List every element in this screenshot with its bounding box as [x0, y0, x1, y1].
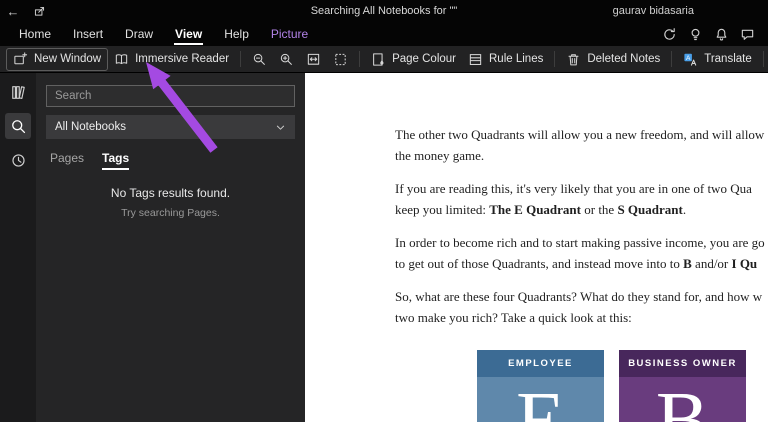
business-card-header: BUSINESS OWNER — [619, 350, 746, 377]
note-line: If you are reading this, it's very likel… — [395, 178, 768, 199]
note-canvas[interactable]: The other two Quadrants will allow you a… — [305, 73, 768, 422]
ribbon-divider — [359, 51, 361, 67]
page-width-button[interactable] — [300, 49, 327, 70]
text-segment: The E Quadrant — [489, 202, 581, 217]
text-segment: The other two Quadrants will allow you a… — [395, 127, 765, 142]
page-colour-icon — [371, 52, 386, 67]
text-segment: two make you rich? Take a quick look at … — [395, 310, 632, 325]
menu-item-help[interactable]: Help — [213, 22, 260, 46]
back-icon[interactable]: ← — [0, 0, 26, 22]
sync-icon[interactable] — [661, 26, 678, 43]
history-icon[interactable] — [5, 147, 31, 173]
zoom-in-button[interactable] — [273, 49, 300, 70]
translate-button[interactable]: A Translate — [677, 49, 758, 70]
page-frame-button[interactable] — [327, 49, 354, 70]
employee-card-letter: E — [477, 377, 604, 422]
notebooks-icon[interactable] — [5, 79, 31, 105]
svg-text:A: A — [686, 54, 691, 61]
employee-card-header: EMPLOYEE — [477, 350, 604, 377]
menubar-icons — [661, 22, 768, 46]
text-segment: S Quadrant — [617, 202, 683, 217]
share-icon[interactable] — [26, 0, 52, 22]
page-colour-button[interactable]: Page Colour — [365, 49, 462, 70]
rule-lines-label: Rule Lines — [489, 53, 544, 65]
immersive-reader-label: Immersive Reader — [135, 53, 230, 65]
titlebar: ← Searching All Notebooks for "" gaurav … — [0, 0, 768, 22]
empty-state-hint: Try searching Pages. — [121, 207, 220, 219]
employee-quadrant-image[interactable]: EMPLOYEE E — [477, 350, 604, 422]
lightbulb-icon[interactable] — [687, 26, 704, 43]
search-input[interactable] — [55, 90, 286, 102]
rule-lines-icon — [468, 52, 483, 67]
zoom-out-icon — [252, 52, 267, 67]
feedback-icon[interactable] — [739, 26, 756, 43]
menubar: Home Insert Draw View Help Picture — [0, 22, 768, 46]
immersive-reader-button[interactable]: Immersive Reader — [108, 49, 235, 70]
page-frame-icon — [333, 52, 348, 67]
text-segment: to get out of those Quadrants, and inste… — [395, 256, 684, 271]
translate-icon: A — [683, 52, 698, 67]
bell-icon[interactable] — [713, 26, 730, 43]
page-width-icon — [306, 52, 321, 67]
notebooks-scope-dropdown[interactable]: All Notebooks — [46, 115, 295, 139]
new-window-icon — [13, 51, 28, 67]
text-segment: If you are reading this, it's very likel… — [395, 181, 752, 196]
quadrant-images: EMPLOYEE E BUSINESS OWNER B — [477, 350, 746, 422]
zoom-in-icon — [279, 52, 294, 67]
ribbon-divider — [554, 51, 556, 67]
text-segment: and/or — [691, 256, 732, 271]
note-line: In order to become rich and to start mak… — [395, 232, 768, 253]
account-name[interactable]: gaurav bidasaria — [613, 5, 694, 17]
note-line: the money game. — [395, 145, 768, 166]
text-segment: . — [682, 202, 687, 217]
text-segment: or the — [580, 202, 618, 217]
note-line: two make you rich? Take a quick look at … — [395, 307, 768, 328]
ribbon-divider — [762, 51, 764, 67]
notebooks-scope-label: All Notebooks — [55, 121, 126, 133]
business-owner-quadrant-image[interactable]: BUSINESS OWNER B — [619, 350, 746, 422]
tab-pages[interactable]: Pages — [50, 151, 84, 170]
menu-item-home[interactable]: Home — [8, 22, 62, 46]
note-line: to get out of those Quadrants, and inste… — [395, 253, 768, 274]
zoom-out-button[interactable] — [246, 49, 273, 70]
note-text: The other two Quadrants will allow you a… — [305, 73, 768, 328]
search-result-tabs: Pages Tags — [36, 139, 305, 170]
business-card-letter: B — [619, 377, 746, 422]
page-colour-label: Page Colour — [392, 53, 456, 65]
ribbon-divider — [671, 51, 673, 67]
trash-icon — [566, 52, 581, 67]
new-window-label: New Window — [34, 53, 102, 65]
text-segment: the money game. — [395, 148, 485, 163]
new-window-button[interactable]: New Window — [6, 47, 109, 71]
navigation-rail — [0, 73, 36, 422]
empty-state-title: No Tags results found. — [110, 186, 231, 200]
search-box — [46, 85, 295, 107]
note-line: So, what are these four Quadrants? What … — [395, 286, 768, 307]
menu-item-picture[interactable]: Picture — [260, 22, 319, 46]
text-segment: B — [683, 256, 692, 271]
ribbon-toolbar: New Window Immersive Reader Page Colour … — [0, 46, 768, 73]
chevron-down-icon — [275, 122, 286, 133]
menu-item-draw[interactable]: Draw — [114, 22, 164, 46]
immersive-reader-icon — [114, 52, 129, 67]
rule-lines-button[interactable]: Rule Lines — [462, 49, 549, 70]
deleted-notes-button[interactable]: Deleted Notes — [560, 49, 666, 70]
note-line: keep you limited: The E Quadrant or the … — [395, 199, 768, 220]
menu-item-view[interactable]: View — [164, 22, 213, 46]
text-segment: keep you limited: — [395, 202, 490, 217]
search-sidebar: All Notebooks Pages Tags No Tags results… — [36, 73, 305, 422]
translate-label: Translate — [704, 53, 752, 65]
text-segment: I Qu — [731, 256, 758, 271]
text-segment: So, what are these four Quadrants? What … — [395, 289, 763, 304]
text-segment: In order to become rich and to start mak… — [395, 235, 765, 250]
note-line: The other two Quadrants will allow you a… — [395, 124, 768, 145]
deleted-notes-label: Deleted Notes — [587, 53, 661, 65]
search-icon[interactable] — [5, 113, 31, 139]
window-title: Searching All Notebooks for "" — [310, 5, 458, 17]
tab-tags[interactable]: Tags — [102, 151, 130, 170]
ribbon-divider — [240, 51, 242, 67]
menu-item-insert[interactable]: Insert — [62, 22, 114, 46]
